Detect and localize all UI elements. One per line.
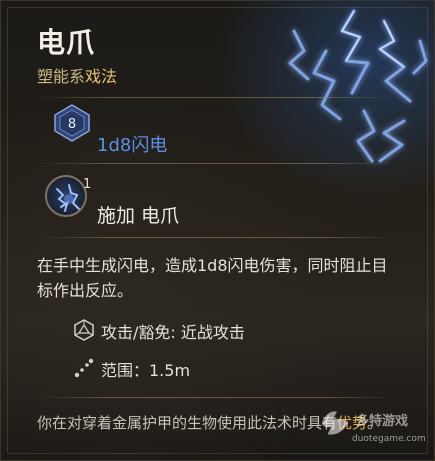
- spell-description: 在手中生成闪电，造成1d8闪电伤害，同时阻止目标作出反应。: [37, 256, 388, 300]
- shocking-grasp-spell-icon: [45, 175, 87, 217]
- site-watermark: 多特游戏 duotegame.com: [318, 400, 428, 456]
- watermark-url: duotegame.com: [352, 434, 426, 444]
- dice-face-label: 8: [68, 117, 76, 132]
- divider-bottom: [37, 397, 397, 398]
- spell-title: 电爪: [37, 26, 96, 59]
- spell-school: 塑能系戏法: [37, 63, 117, 87]
- attack-save-label: 攻击/豁免: 近战攻击: [101, 323, 245, 342]
- d20-dice-icon: [74, 319, 94, 341]
- apply-status-label: 施加 电爪: [97, 205, 180, 227]
- spell-level-type: 戏法: [85, 67, 118, 86]
- divider-top: [37, 97, 397, 98]
- divider-lower: [37, 237, 397, 238]
- spell-school-name: 塑能系: [37, 67, 86, 86]
- divider-middle: [37, 163, 397, 164]
- watermark-logo-icon: [321, 411, 349, 435]
- footer-text: 你在对穿着金属护甲的生物使用此法术时具有: [37, 414, 338, 432]
- spell-tooltip-card: 电爪 塑能系戏法 8 1d8闪电 1 施加 电爪 在手中生成闪电，造成1d8闪电…: [0, 0, 435, 461]
- range-dots-icon: [74, 358, 94, 378]
- charge-count: 1: [83, 177, 92, 192]
- d8-dice-icon: 8: [54, 104, 90, 142]
- watermark-text: 多特游戏: [356, 414, 409, 429]
- range-label: 范围：1.5m: [101, 361, 191, 380]
- damage-label: 1d8闪电: [97, 135, 168, 156]
- lightning-art-icon: [288, 9, 428, 163]
